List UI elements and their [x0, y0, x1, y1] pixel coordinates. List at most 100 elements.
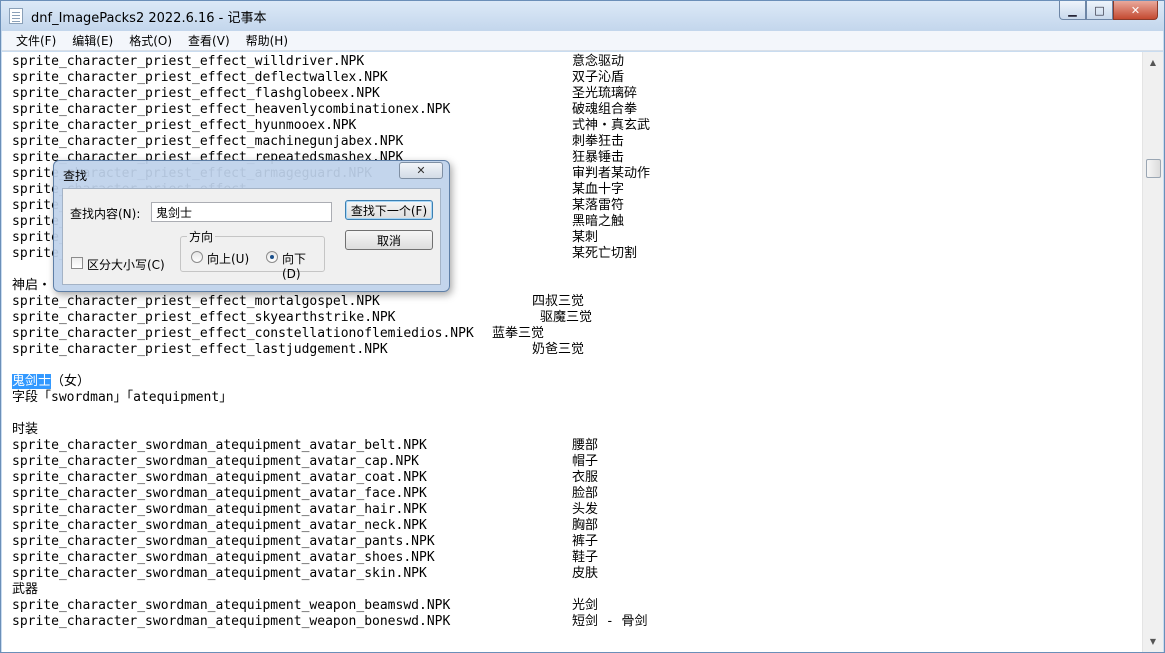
direction-down-radio[interactable] — [266, 251, 278, 263]
line-description: 鞋子 — [572, 550, 599, 565]
find-dialog-body: 查找内容(N): 查找下一个(F) 取消 区分大小写(C) 方向 向上(U) 向… — [62, 188, 441, 285]
text-line: 时装 — [12, 422, 474, 438]
maximize-button[interactable]: □ — [1086, 1, 1113, 20]
notepad-icon — [9, 8, 23, 24]
line-text: sprite_character_swordman_atequipment_we… — [12, 614, 451, 629]
text-line: 武器 — [12, 582, 474, 598]
find-dialog: 查找 ✕ 查找内容(N): 查找下一个(F) 取消 区分大小写(C) 方向 向上… — [53, 160, 450, 292]
text-line: sprite_character_priest_effect_constella… — [12, 326, 544, 342]
line-text: sprite_character_swordman_atequipment_av… — [12, 454, 419, 469]
line-text: sprite_character_swordman_atequipment_av… — [12, 534, 435, 549]
line-description: 蓝拳三觉 — [492, 326, 545, 341]
cancel-button[interactable]: 取消 — [345, 230, 433, 250]
line-text: sprite_character_swordman_atequipment_av… — [12, 550, 435, 565]
line-text: sprite_character_priest_effect_constella… — [12, 326, 474, 341]
line-text: 字段「swordman」「atequipment」 — [12, 390, 233, 405]
text-line: sprite_character_priest_effect_heavenlyc… — [12, 102, 637, 118]
text-line: sprite_character_priest_effect_mortalgos… — [12, 294, 584, 310]
line-description: 胸部 — [572, 518, 599, 533]
text-line: 鬼剑士（女） — [12, 374, 474, 390]
text-line: sprite_character_swordman_atequipment_we… — [12, 598, 598, 614]
line-description: 圣光琉璃碎 — [572, 86, 638, 101]
line-text: sprite_character_swordman_atequipment_av… — [12, 518, 427, 533]
text-editor[interactable]: sprite_character_priest_effect_willdrive… — [2, 52, 1142, 652]
caption-buttons: ▁ □ ✕ — [1059, 1, 1158, 21]
text-line: sprite_character_swordman_atequipment_av… — [12, 566, 598, 582]
direction-group: 方向 向上(U) 向下(D) — [180, 228, 325, 281]
find-what-input[interactable] — [151, 202, 332, 222]
line-text: 武器 — [12, 582, 39, 597]
line-description: 裤子 — [572, 534, 599, 549]
menu-edit[interactable]: 编辑(E) — [64, 32, 121, 49]
find-dialog-close-button[interactable]: ✕ — [399, 162, 443, 179]
line-text: sprite_character_priest_effect_deflectwa… — [12, 70, 388, 85]
direction-down-label: 向下(D) — [282, 252, 307, 281]
match-case-label: 区分大小写(C) — [87, 258, 165, 272]
menu-file[interactable]: 文件(F) — [8, 32, 64, 49]
line-description: 短剑 - 骨剑 — [572, 614, 648, 629]
line-description: 光剑 — [572, 598, 599, 613]
text-line: sprite_character_swordman_atequipment_av… — [12, 438, 598, 454]
menu-bar: 文件(F) 编辑(E) 格式(O) 查看(V) 帮助(H) — [2, 31, 1163, 51]
line-text: sprite_character_priest_effect_skyearths… — [12, 310, 396, 325]
line-description: 奶爸三觉 — [532, 342, 585, 357]
scroll-down-icon[interactable]: ▼ — [1143, 633, 1163, 650]
text-line: sprite_character_swordman_atequipment_we… — [12, 614, 647, 630]
line-text: 神启・ — [12, 278, 52, 293]
line-description: 某血十字 — [572, 182, 625, 197]
line-description: 某落雷符 — [572, 198, 625, 213]
line-text: sprite_character_priest_effect_lastjudge… — [12, 342, 388, 357]
find-next-button[interactable]: 查找下一个(F) — [345, 200, 433, 220]
line-description: 破魂组合拳 — [572, 102, 638, 117]
line-description: 式神・真玄武 — [572, 118, 651, 133]
text-line: sprite_character_swordman_atequipment_av… — [12, 550, 598, 566]
text-line: sprite_character_priest_effect_machinegu… — [12, 134, 624, 150]
line-text: sprite_character_swordman_atequipment_we… — [12, 598, 451, 613]
text-lines: sprite_character_priest_effect_willdrive… — [12, 54, 650, 630]
line-description: 皮肤 — [572, 566, 599, 581]
title-bar[interactable]: dnf_ImagePacks2 2022.6.16 - 记事本 ▁ □ ✕ — [1, 1, 1164, 31]
match-case-checkbox[interactable] — [71, 257, 83, 269]
line-description: 帽子 — [572, 454, 599, 469]
text-line: sprite_character_priest_effect_flashglob… — [12, 86, 637, 102]
line-text: sprite_character_priest_effect_mortalgos… — [12, 294, 380, 309]
text-line — [12, 358, 474, 374]
line-text: sprite_character_priest_effect_flashglob… — [12, 86, 380, 101]
menu-format[interactable]: 格式(O) — [121, 32, 180, 49]
line-description: 某刺 — [572, 230, 599, 245]
menu-help[interactable]: 帮助(H) — [238, 32, 296, 49]
text-line: sprite_character_priest_effect_deflectwa… — [12, 70, 624, 86]
line-text: sprite_character_priest_effect_heavenlyc… — [12, 102, 451, 117]
line-text: sprite_character_priest_effect_willdrive… — [12, 54, 365, 69]
text-line: sprite_character_priest_effect_hyunmooex… — [12, 118, 650, 134]
line-text: （女） — [51, 374, 91, 389]
minimize-button[interactable]: ▁ — [1059, 1, 1086, 20]
text-line: sprite_character_swordman_atequipment_av… — [12, 454, 598, 470]
text-line: sprite_character_priest_effect_willdrive… — [12, 54, 624, 70]
text-line: sprite_character_priest_effect_skyearths… — [12, 310, 592, 326]
line-text: sprite_character_priest_effect_machinegu… — [12, 134, 404, 149]
text-line: sprite_character_swordman_atequipment_av… — [12, 486, 598, 502]
line-text: sprite_character_swordman_atequipment_av… — [12, 502, 427, 517]
line-description: 脸部 — [572, 486, 599, 501]
text-line: 字段「swordman」「atequipment」 — [12, 390, 474, 406]
line-text: sprite_character_swordman_atequipment_av… — [12, 486, 427, 501]
menu-view[interactable]: 查看(V) — [180, 32, 238, 49]
close-button[interactable]: ✕ — [1113, 1, 1158, 20]
line-description: 腰部 — [572, 438, 599, 453]
window-title: dnf_ImagePacks2 2022.6.16 - 记事本 — [31, 11, 267, 26]
line-text: sprite_character_swordman_atequipment_av… — [12, 566, 427, 581]
text-line — [12, 406, 474, 422]
scroll-thumb[interactable] — [1146, 159, 1161, 178]
line-description: 黑暗之触 — [572, 214, 625, 229]
vertical-scrollbar[interactable]: ▲ ▼ — [1142, 52, 1163, 652]
line-description: 意念驱动 — [572, 54, 625, 69]
text-line: sprite_character_swordman_atequipment_av… — [12, 470, 598, 486]
line-description: 衣服 — [572, 470, 599, 485]
text-line: sprite_character_swordman_atequipment_av… — [12, 502, 598, 518]
scroll-up-icon[interactable]: ▲ — [1143, 54, 1163, 71]
find-what-label: 查找内容(N): — [70, 207, 141, 221]
text-line: sprite_character_priest_effect_lastjudge… — [12, 342, 584, 358]
direction-up-radio[interactable] — [191, 251, 203, 263]
line-description: 驱魔三觉 — [540, 310, 593, 325]
